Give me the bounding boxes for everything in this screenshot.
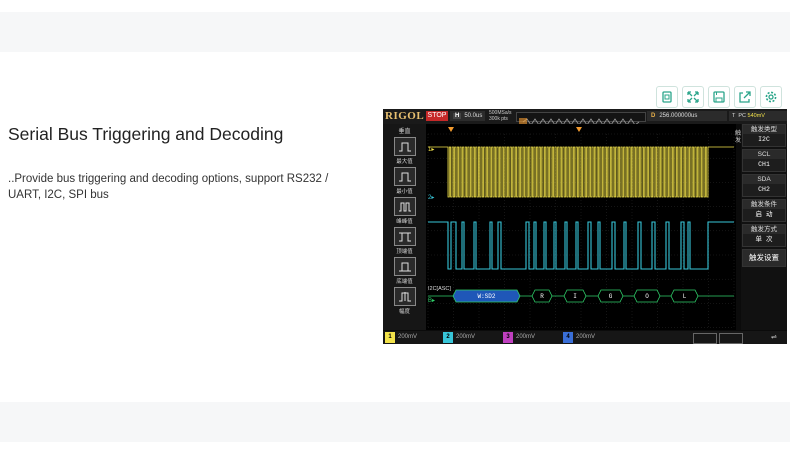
measure-menu-header: 垂直	[398, 129, 411, 135]
ch4-status[interactable]: 4 200mV	[563, 332, 595, 343]
ch2-number: 2	[443, 332, 453, 343]
ch1-status[interactable]: 1 200mV	[385, 332, 417, 343]
save-icon	[713, 91, 725, 103]
settings-icon	[765, 91, 777, 103]
decode-frame-text: R	[540, 293, 544, 300]
share-button[interactable]	[734, 86, 756, 108]
decode-bus: W:SD2 R I G O L	[428, 289, 734, 303]
section-description: ..Provide bus triggering and decoding op…	[8, 173, 329, 201]
trigger-type-item[interactable]: 触发类型 I2C	[742, 124, 786, 147]
ch3-status[interactable]: 3 200mV	[503, 332, 535, 343]
fullscreen-icon	[687, 91, 699, 103]
top-gray-band	[0, 12, 790, 52]
section-title: Serial Bus Triggering and Decoding	[8, 124, 284, 144]
measure-peak-to-peak[interactable]: 峰峰值	[391, 197, 419, 225]
bottom-gray-band	[0, 402, 790, 442]
measure-amplitude[interactable]: 幅度	[391, 287, 419, 315]
ch2-ground-marker: 2▸	[428, 195, 434, 201]
trigger-scl-item[interactable]: SCL CH1	[742, 149, 786, 172]
delay-readout: D 256.000000us	[647, 111, 727, 121]
measure-base[interactable]: 底端值	[391, 257, 419, 285]
ref-icon[interactable]	[719, 333, 743, 344]
trigger-sda-item[interactable]: SDA CH2	[742, 174, 786, 197]
memory-overview-bar	[516, 112, 646, 126]
usb-icon: ⇌	[771, 334, 777, 341]
trigger-position-marker	[448, 127, 454, 132]
decode-label: I2C[ASC]	[428, 286, 451, 292]
pulse-icon	[393, 227, 416, 246]
trigger-source: PC	[738, 113, 747, 119]
center-marker	[576, 127, 582, 132]
measure-max[interactable]: 最大值	[391, 137, 419, 165]
save-button[interactable]	[708, 86, 730, 108]
timebase-readout: H 50.0us	[450, 111, 486, 121]
measure-top[interactable]: 顶端值	[391, 227, 419, 255]
waveform-svg: W:SD2 R I G O L 1▸ 2▸ B▸ I2C[ASC]	[427, 127, 735, 328]
pulse-icon	[393, 137, 416, 156]
decode-frame-text: L	[683, 293, 687, 300]
trigger-setup-item[interactable]: 触发设置	[742, 249, 786, 267]
decode-frame-text: O	[645, 293, 649, 300]
decode-frame-text: I	[573, 293, 577, 300]
acquisition-info: 500MSa/s 300k pts	[489, 110, 512, 122]
delay-value: 256.000000us	[659, 113, 698, 119]
ch2-status[interactable]: 2 200mV	[443, 332, 475, 343]
copy-icon	[662, 91, 672, 103]
ch1-clock-waveform	[428, 146, 734, 198]
image-toolbar	[656, 86, 782, 108]
run-state-badge: STOP	[426, 111, 448, 121]
measure-menu: 垂直 最大值 最小值 峰峰值 顶端值 底端值 幅度	[383, 124, 426, 330]
rigol-logo: RIGOL	[385, 110, 425, 122]
bus-marker: B▸	[428, 298, 435, 304]
trigger-menu: 触发类型 I2C SCL CH1 SDA CH2 触发条件 启 动 触发方式 单…	[741, 124, 787, 330]
trigger-mode-item[interactable]: 触发方式 单 次	[742, 224, 786, 247]
channel-status-bar: 1 200mV 2 200mV 3 200mV 4 200mV ⇌	[383, 331, 787, 344]
pulse-icon	[393, 197, 416, 216]
copy-button[interactable]	[656, 86, 678, 108]
ch1-number: 1	[385, 332, 395, 343]
scope-status-bar: RIGOL STOP H 50.0us 500MSa/s 300k pts D 256…	[383, 109, 787, 126]
trigger-condition-item[interactable]: 触发条件 启 动	[742, 199, 786, 222]
ch1-ground-marker: 1▸	[428, 147, 434, 153]
memory-depth: 300k pts	[489, 116, 508, 122]
waveform-display: W:SD2 R I G O L 1▸ 2▸ B▸ I2C[ASC]	[426, 124, 736, 330]
ch3-number: 3	[503, 332, 513, 343]
pulse-icon	[393, 167, 416, 186]
settings-button[interactable]	[760, 86, 782, 108]
trigger-level: 540mV	[747, 113, 765, 119]
oscilloscope-screenshot: RIGOL STOP H 50.0us 500MSa/s 300k pts D 256…	[383, 109, 787, 344]
measure-min[interactable]: 最小值	[391, 167, 419, 195]
pulse-icon	[393, 257, 416, 276]
delay-label: D	[651, 113, 656, 119]
timebase-value: 50.0us	[464, 113, 483, 119]
decode-frame-text: W:SD2	[477, 293, 495, 300]
trigger-label: T	[732, 113, 736, 119]
pulse-icon	[393, 287, 416, 306]
math-icon[interactable]	[693, 333, 717, 344]
timebase-label: H	[453, 113, 462, 119]
decode-frame-text: G	[609, 293, 613, 300]
fullscreen-button[interactable]	[682, 86, 704, 108]
share-icon	[739, 91, 751, 103]
ch4-number: 4	[563, 332, 573, 343]
trigger-readout: T PC 540mV	[729, 111, 787, 121]
